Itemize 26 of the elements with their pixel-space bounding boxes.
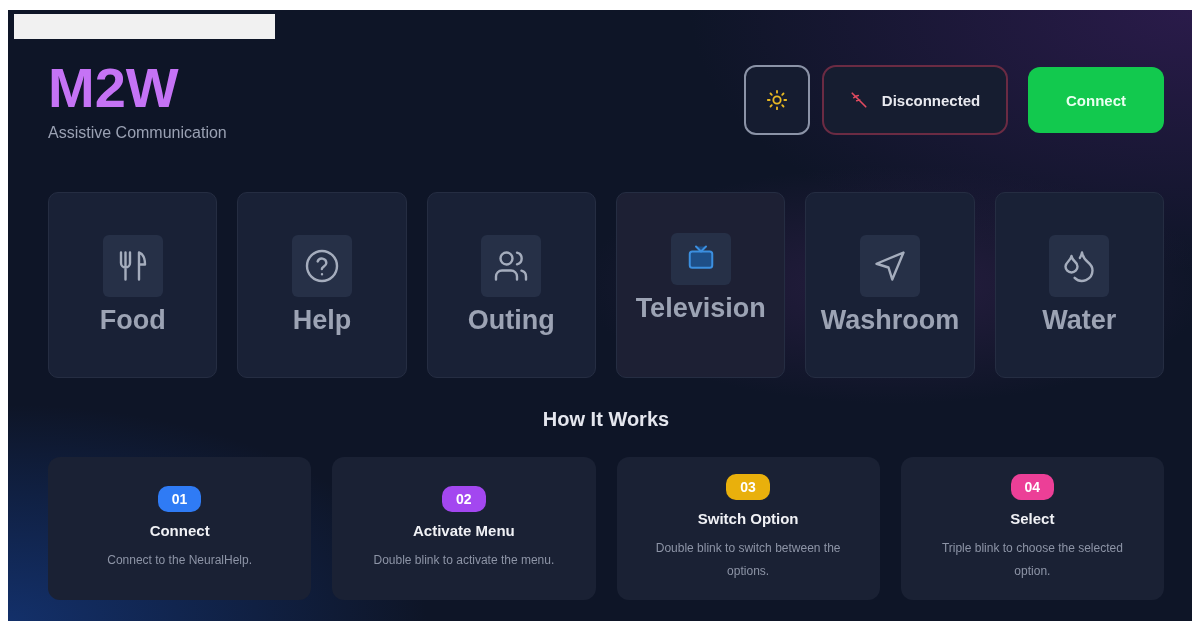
- option-tile[interactable]: Water: [994, 192, 1164, 378]
- section-title: How It Works: [541, 408, 671, 431]
- step-number: 03: [726, 474, 770, 501]
- option-tile[interactable]: Help: [237, 192, 407, 378]
- step-description: Connect to the NeuralHelp.: [107, 551, 252, 569]
- option-tile[interactable]: Television: [616, 192, 786, 378]
- step-title: Connect: [149, 521, 210, 539]
- step-number: 02: [442, 485, 486, 512]
- step-title: Switch Option: [697, 510, 799, 528]
- step-title: Select: [1010, 510, 1055, 528]
- wifi-off-icon: [849, 91, 868, 109]
- step-description: Double blink to activate the menu.: [373, 551, 555, 569]
- step-number: 04: [1010, 474, 1055, 501]
- sun-icon: [766, 89, 788, 111]
- status-label: Disconnected: [881, 91, 981, 109]
- option-tile[interactable]: Outing: [426, 192, 596, 378]
- step-description: Double blink to switch between the options.: [654, 540, 842, 580]
- option-tile[interactable]: Food: [48, 192, 218, 378]
- step-description: Triple blink to choose the selected option.: [940, 540, 1124, 580]
- step-number: 01: [157, 485, 202, 512]
- theme-toggle-button[interactable]: [744, 65, 810, 135]
- help-icon: [304, 247, 340, 284]
- tagline: Assistive Communication: [48, 124, 227, 142]
- logo-text: M2W: [48, 60, 180, 116]
- step-title: Activate Menu: [413, 521, 515, 539]
- option-tile[interactable]: Washroom: [805, 192, 975, 378]
